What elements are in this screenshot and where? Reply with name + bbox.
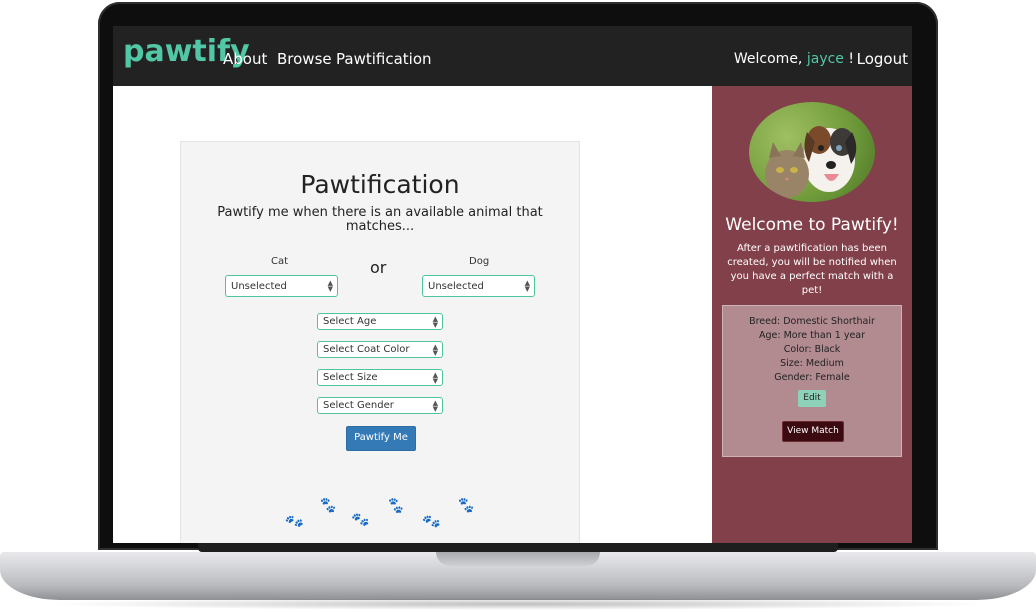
match-gender: Gender: Female [774,372,850,383]
main-content: Pawtification Pawtify me when there is a… [113,86,712,543]
age-select-value: Select Age [323,316,377,327]
coat-select-value: Select Coat Color [323,344,410,355]
page-title: Pawtification [300,170,460,199]
dog-breed-select[interactable]: Unselected ▲ ▼ [422,275,535,297]
nav-link-about[interactable]: About [223,50,267,68]
dog-label: Dog [469,256,490,267]
gender-select-value: Select Gender [323,400,394,411]
gender-select[interactable]: Select Gender ▲ ▼ [317,397,443,414]
sidebar-description: After a pawtification has been created, … [727,243,897,296]
paw-print-icon: 🐾 [350,510,371,530]
sidebar: Welcome to Pawtify! After a pawtificatio… [712,86,912,543]
coat-color-select[interactable]: Select Coat Color ▲ ▼ [317,341,443,358]
pawtification-card: Breed: Domestic Shorthair Age: More than… [722,305,902,457]
laptop-hinge [198,543,838,552]
paw-print-icon: 🐾 [455,496,476,516]
laptop-shadow [40,598,996,610]
select-arrows-icon: ▲ ▼ [524,279,530,293]
paw-print-icon: 🐾 [385,496,407,516]
cat-breed-select[interactable]: Unselected ▲ ▼ [225,275,338,297]
dog-select-value: Unselected [428,281,484,292]
select-arrows-icon: ▲ ▼ [327,279,333,293]
welcome-prefix: Welcome, [733,51,803,67]
nav-link-pawtification[interactable]: Pawtification [336,50,432,68]
paw-print-icon: 🐾 [317,496,338,516]
pet-photo [749,102,875,202]
welcome-user: Welcome, jayce ! [734,51,854,67]
match-breed: Breed: Domestic Shorthair [749,316,875,327]
match-color: Color: Black [783,344,841,355]
form-subtitle: Pawtify me when there is an available an… [217,205,543,234]
pawtify-me-button[interactable]: Pawtify Me [346,426,416,451]
welcome-suffix: ! [848,51,854,67]
username: jayce [806,51,844,67]
view-match-button[interactable]: View Match [782,421,844,442]
select-arrows-icon: ▲ ▼ [432,315,438,329]
edit-button[interactable]: Edit [798,390,826,407]
match-age: Age: More than 1 year [758,330,866,341]
sidebar-title: Welcome to Pawtify! [725,215,899,235]
select-arrows-icon: ▲ ▼ [432,399,438,413]
size-select[interactable]: Select Size ▲ ▼ [317,369,443,386]
paw-print-icon: 🐾 [283,511,306,533]
age-select[interactable]: Select Age ▲ ▼ [317,313,443,330]
nav-link-browse[interactable]: Browse [277,50,332,68]
laptop-notch [436,552,600,566]
match-size: Size: Medium [780,358,844,369]
top-navbar: pawtify About Browse Pawtification Welco… [113,26,912,86]
logout-link[interactable]: Logout [857,50,908,68]
select-arrows-icon: ▲ ▼ [432,343,438,357]
paw-print-icon: 🐾 [421,512,443,532]
cat-and-dog-image [765,126,857,198]
size-select-value: Select Size [323,372,378,383]
select-arrows-icon: ▲ ▼ [432,371,438,385]
or-label: or [370,258,387,277]
pawtification-form: Pawtification Pawtify me when there is a… [180,141,580,543]
cat-select-value: Unselected [231,281,287,292]
laptop-screen: pawtify About Browse Pawtification Welco… [113,26,912,543]
cat-label: Cat [271,256,289,267]
